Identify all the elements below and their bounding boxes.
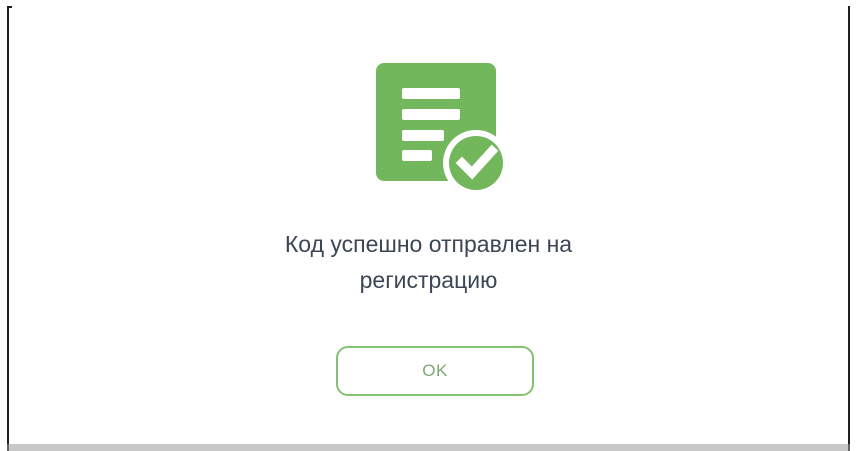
success-dialog: Код успешно отправлен на регистрацию OK [9, 8, 848, 444]
screen: Код успешно отправлен на регистрацию OK [0, 0, 856, 451]
success-message: Код успешно отправлен на регистрацию [9, 226, 848, 298]
window-border-right [848, 6, 850, 451]
message-line-1: Код успешно отправлен на [284, 231, 573, 257]
window-shadow-bottom [7, 444, 850, 451]
message-line-2: регистрацию [359, 267, 498, 293]
window-border-top [7, 6, 12, 8]
document-check-icon [376, 63, 509, 196]
ok-button-label: OK [422, 361, 448, 380]
ok-button[interactable]: OK [336, 346, 534, 396]
